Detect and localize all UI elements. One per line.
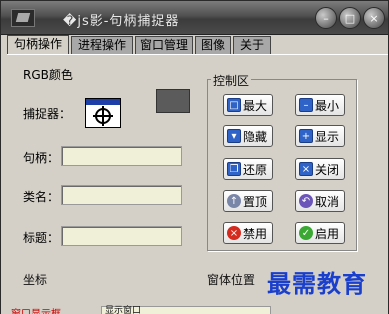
control-group-title: 控制区 — [211, 72, 252, 89]
hide-icon: ▾ — [227, 129, 241, 143]
window-display-label: 窗口显示框 — [11, 305, 61, 314]
caption-label: 标题： — [23, 231, 60, 245]
caption-field[interactable] — [61, 226, 182, 246]
handle-label: 句柄： — [23, 151, 60, 165]
minimize-icon: – — [299, 98, 313, 112]
close-button[interactable]: × 关闭 — [295, 158, 345, 180]
capturer-label: 捕捉器： — [23, 107, 72, 121]
app-icon — [11, 9, 35, 27]
restore-icon: ❐ — [227, 162, 241, 176]
hide-button[interactable]: ▾ 隐藏 — [223, 125, 273, 147]
window-title: �js影-句柄捕捉器 — [63, 14, 180, 29]
watermark-text: 最需教育 — [267, 269, 367, 298]
show-icon: + — [299, 129, 313, 143]
close-window-button[interactable]: × — [363, 7, 385, 29]
enable-button[interactable]: ✓ 启用 — [295, 222, 345, 244]
tab-window-manage[interactable]: 窗口管理 — [135, 36, 193, 54]
tab-image[interactable]: 图像 — [195, 36, 231, 54]
maximize-button[interactable]: □ 最大 — [223, 94, 273, 116]
maximize-icon: □ — [227, 98, 241, 112]
rgb-color-label: RGB颜色 — [23, 68, 73, 82]
class-name-label: 类名： — [23, 190, 60, 204]
pin-top-button[interactable]: ↑ 置顶 — [223, 190, 273, 212]
restore-button[interactable]: ❐ 还原 — [223, 158, 273, 180]
enable-icon: ✓ — [299, 226, 313, 240]
minimize-icon: – — [323, 11, 329, 25]
window-display-field[interactable]: 显示窗口 — [101, 306, 271, 314]
maximize-window-button[interactable]: □ — [339, 7, 361, 29]
rgb-color-swatch — [156, 89, 190, 113]
disable-icon: × — [227, 226, 241, 240]
cancel-button[interactable]: ↶ 取消 — [295, 190, 345, 212]
tab-about[interactable]: 关于 — [233, 36, 271, 54]
title-bar[interactable]: �js影-句柄捕捉器 – □ × — [1, 1, 388, 35]
maximize-icon: □ — [344, 11, 356, 25]
coordinate-label: 坐标 — [23, 273, 48, 287]
cancel-icon: ↶ — [299, 194, 313, 208]
handle-field[interactable] — [61, 146, 182, 166]
capture-tool-titlebar — [86, 99, 120, 105]
window-position-label: 窗体位置 — [207, 273, 256, 287]
class-name-field[interactable] — [61, 185, 182, 205]
pin-top-icon: ↑ — [227, 194, 241, 208]
close-icon: × — [369, 11, 379, 25]
minimize-button[interactable]: – 最小 — [295, 94, 345, 116]
app-window: �js影-句柄捕捉器 – □ × 句柄操作 进程操作 窗口管理 图像 关于 RG… — [0, 0, 389, 314]
minimize-window-button[interactable]: – — [315, 7, 337, 29]
crosshair-icon — [93, 106, 113, 126]
show-button[interactable]: + 显示 — [295, 125, 345, 147]
disable-button[interactable]: × 禁用 — [223, 222, 273, 244]
tab-handle-ops[interactable]: 句柄操作 — [7, 35, 69, 54]
capture-crosshair-tool[interactable] — [85, 98, 121, 128]
tab-process-ops[interactable]: 进程操作 — [71, 36, 133, 54]
close-icon: × — [299, 162, 313, 176]
